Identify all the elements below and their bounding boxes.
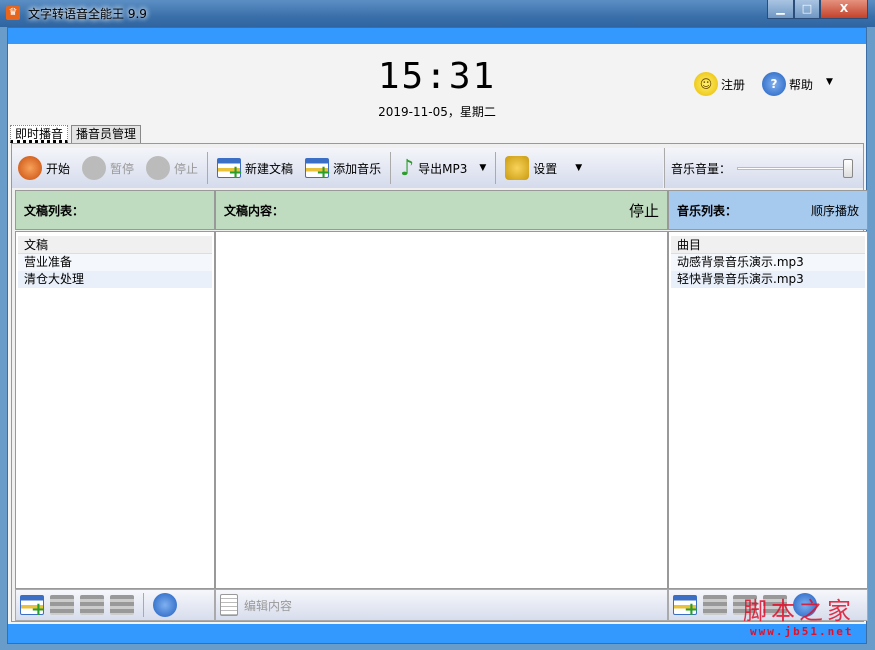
pause-icon [82, 156, 107, 180]
watermark-logo: 脚本之家 [743, 597, 855, 625]
tab-instant-broadcast[interactable]: 即时播音 [10, 125, 69, 143]
window-title: 文字转语音全能王 9.9 [28, 7, 147, 21]
settings-button[interactable]: 设置 ▼ [505, 156, 582, 180]
list-item[interactable]: 营业准备 [18, 254, 212, 271]
broadcast-panel: 开始 暂停 停止 新建文稿 添加音乐 ♪导出MP3 ▼ 设置 ▼ 音乐音量： 文稿列… [11, 143, 868, 622]
pause-label: 暂停 [110, 161, 135, 176]
main-window: 15:31 2019-11-05，星期二 ☺ 注册 ? 帮助 ▼ 即时播音 播音… [7, 27, 868, 644]
main-toolbar: 开始 暂停 停止 新建文稿 添加音乐 ♪导出MP3 ▼ 设置 ▼ [12, 148, 663, 188]
stop-button[interactable]: 停止 [146, 156, 198, 180]
new-document-label: 新建文稿 [245, 161, 294, 176]
export-mp3-button[interactable]: ♪ 导出MP3 ▼ [400, 156, 486, 181]
document-list-title: 文稿列表： [24, 203, 85, 218]
help-dropdown-icon[interactable]: ▼ [826, 77, 833, 87]
play-next-icon[interactable] [153, 593, 177, 617]
document-content-title: 文稿内容： [224, 203, 285, 218]
add-document-icon [217, 158, 243, 183]
content-toolbar: 编辑内容 [215, 589, 668, 621]
edit-content-button[interactable]: 编辑内容 [244, 597, 292, 614]
watermark-url: www.jb51.net [750, 625, 854, 638]
date: 2019-11-05，星期二 [378, 105, 496, 119]
document-content-area[interactable] [215, 231, 668, 589]
smiley-icon: ☺ [694, 72, 718, 96]
pause-button[interactable]: 暂停 [82, 156, 134, 180]
add-document-icon[interactable] [20, 595, 46, 620]
start-label: 开始 [46, 161, 71, 176]
settings-label: 设置 [533, 161, 558, 176]
help-icon: ? [762, 72, 786, 96]
start-button[interactable]: 开始 [18, 156, 70, 180]
volume-label: 音乐音量： [671, 161, 732, 176]
tab-announcer-management[interactable]: 播音员管理 [71, 125, 142, 143]
new-document-button[interactable]: 新建文稿 [217, 158, 294, 183]
close-button[interactable]: X [820, 0, 868, 19]
list-item[interactable]: 清仓大处理 [18, 271, 212, 288]
help-label: 帮助 [789, 77, 814, 92]
add-music-icon[interactable] [673, 595, 699, 620]
export-label: 导出MP3 [418, 161, 468, 176]
stop-label: 停止 [174, 161, 199, 176]
dropdown-arrow-icon[interactable]: ▼ [575, 163, 582, 173]
delete-icon[interactable] [703, 595, 727, 615]
maximize-button[interactable]: □ [794, 0, 820, 19]
track-column-header[interactable]: 曲目 [671, 236, 865, 254]
settings-icon [505, 156, 530, 180]
register-label: 注册 [721, 77, 746, 92]
music-list-title: 音乐列表： [677, 203, 738, 218]
document-content-header: 文稿内容： 停止 [215, 190, 668, 230]
list-item[interactable]: 轻快背景音乐演示.mp3 [671, 271, 865, 288]
separator [390, 152, 392, 184]
add-music-label: 添加音乐 [333, 161, 382, 176]
music-list: 曲目 动感背景音乐演示.mp3 轻快背景音乐演示.mp3 [668, 231, 868, 589]
volume-slider[interactable] [735, 156, 854, 180]
separator [207, 152, 209, 184]
document-list-header: 文稿列表： [15, 190, 215, 230]
music-note-icon: ♪ [400, 155, 415, 181]
play-icon [18, 156, 42, 180]
top-banner [8, 28, 866, 44]
separator [495, 152, 497, 184]
status-bar [8, 624, 866, 643]
music-list-header: 音乐列表： 顺序播放 [668, 190, 868, 230]
play-mode[interactable]: 顺序播放 [811, 202, 859, 219]
separator [143, 593, 144, 617]
list-item[interactable]: 动感背景音乐演示.mp3 [671, 254, 865, 271]
minimize-button[interactable]: ▁ [767, 0, 794, 19]
volume-slider-thumb[interactable] [843, 159, 854, 178]
edit-document-icon [220, 594, 238, 616]
move-down-icon[interactable] [110, 595, 134, 615]
document-list-toolbar [15, 589, 215, 621]
delete-icon[interactable] [50, 595, 74, 615]
add-music-icon [305, 158, 331, 183]
app-icon: ♛ [6, 6, 20, 20]
document-column-header[interactable]: 文稿 [18, 236, 212, 254]
move-up-icon[interactable] [80, 595, 104, 615]
title-bar: ♛ 文字转语音全能王 9.9 ▁ □ X [0, 0, 875, 27]
document-list: 文稿 营业准备 清仓大处理 [15, 231, 215, 589]
dropdown-arrow-icon[interactable]: ▼ [479, 163, 486, 173]
add-music-button[interactable]: 添加音乐 [305, 158, 382, 183]
help-link[interactable]: ? 帮助 [762, 72, 813, 96]
stop-icon [146, 156, 171, 180]
volume-toolbar: 音乐音量： [664, 148, 863, 188]
playback-status: 停止 [628, 201, 659, 220]
register-link[interactable]: ☺ 注册 [694, 72, 745, 96]
